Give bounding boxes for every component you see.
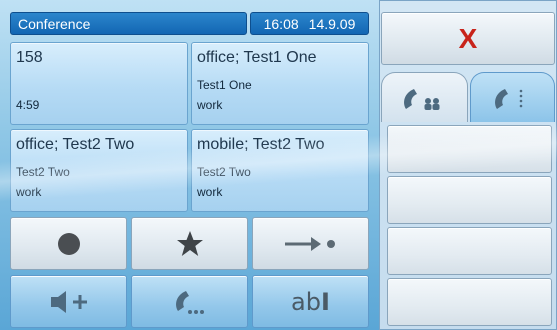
call-duration: 4:59 [16, 98, 40, 112]
page-title: Conference [18, 15, 91, 32]
list-item[interactable] [387, 227, 552, 275]
close-button[interactable]: X [381, 12, 555, 65]
participant-line-type: work [16, 185, 42, 199]
tab-keypad[interactable] [470, 72, 555, 122]
participant-tile-3[interactable]: office; Test2 Two Test2 Two work [10, 129, 188, 212]
close-icon: X [458, 22, 478, 54]
phone-keypad-icon [494, 88, 522, 109]
participant-name: 158 [16, 49, 43, 66]
rename-button[interactable]: abI [252, 275, 369, 328]
list-item[interactable] [387, 125, 552, 173]
title-bar: Conference [10, 12, 247, 35]
participant-line-type: work [197, 185, 223, 199]
participant-contact: Test1 One [197, 78, 252, 92]
dial-more-button[interactable] [131, 275, 248, 328]
phone-conference-icon [403, 88, 439, 110]
participant-tile-2[interactable]: office; Test1 One Test1 One work [191, 42, 369, 125]
clock-bar: 16:08 14.9.09 [250, 12, 369, 35]
favorite-button[interactable] [131, 217, 248, 270]
text-edit-icon: abI [291, 287, 330, 316]
clock-date: 14.9.09 [308, 15, 356, 32]
transfer-button[interactable] [252, 217, 369, 270]
participant-line-type: work [197, 98, 223, 112]
participant-name: office; Test2 Two [16, 136, 135, 153]
list-item[interactable] [387, 176, 552, 224]
participant-contact: Test2 Two [16, 165, 70, 179]
record-icon [57, 232, 80, 255]
speaker-add-icon [50, 290, 87, 313]
participant-name: mobile; Test2 Two [197, 136, 325, 153]
clock-time: 16:08 [263, 15, 299, 32]
list-item[interactable] [387, 278, 552, 326]
participant-name: office; Test1 One [197, 49, 317, 66]
record-button[interactable] [10, 217, 127, 270]
tab-conference[interactable] [381, 72, 468, 122]
participant-tile-1[interactable]: 158 4:59 [10, 42, 188, 125]
star-icon [176, 230, 203, 256]
participant-tile-4[interactable]: mobile; Test2 Two Test2 Two work [191, 129, 369, 212]
phone-more-icon [175, 290, 204, 314]
participant-contact: Test2 Two [197, 165, 251, 179]
transfer-arrow-icon [284, 236, 335, 251]
add-speaker-button[interactable] [10, 275, 127, 328]
